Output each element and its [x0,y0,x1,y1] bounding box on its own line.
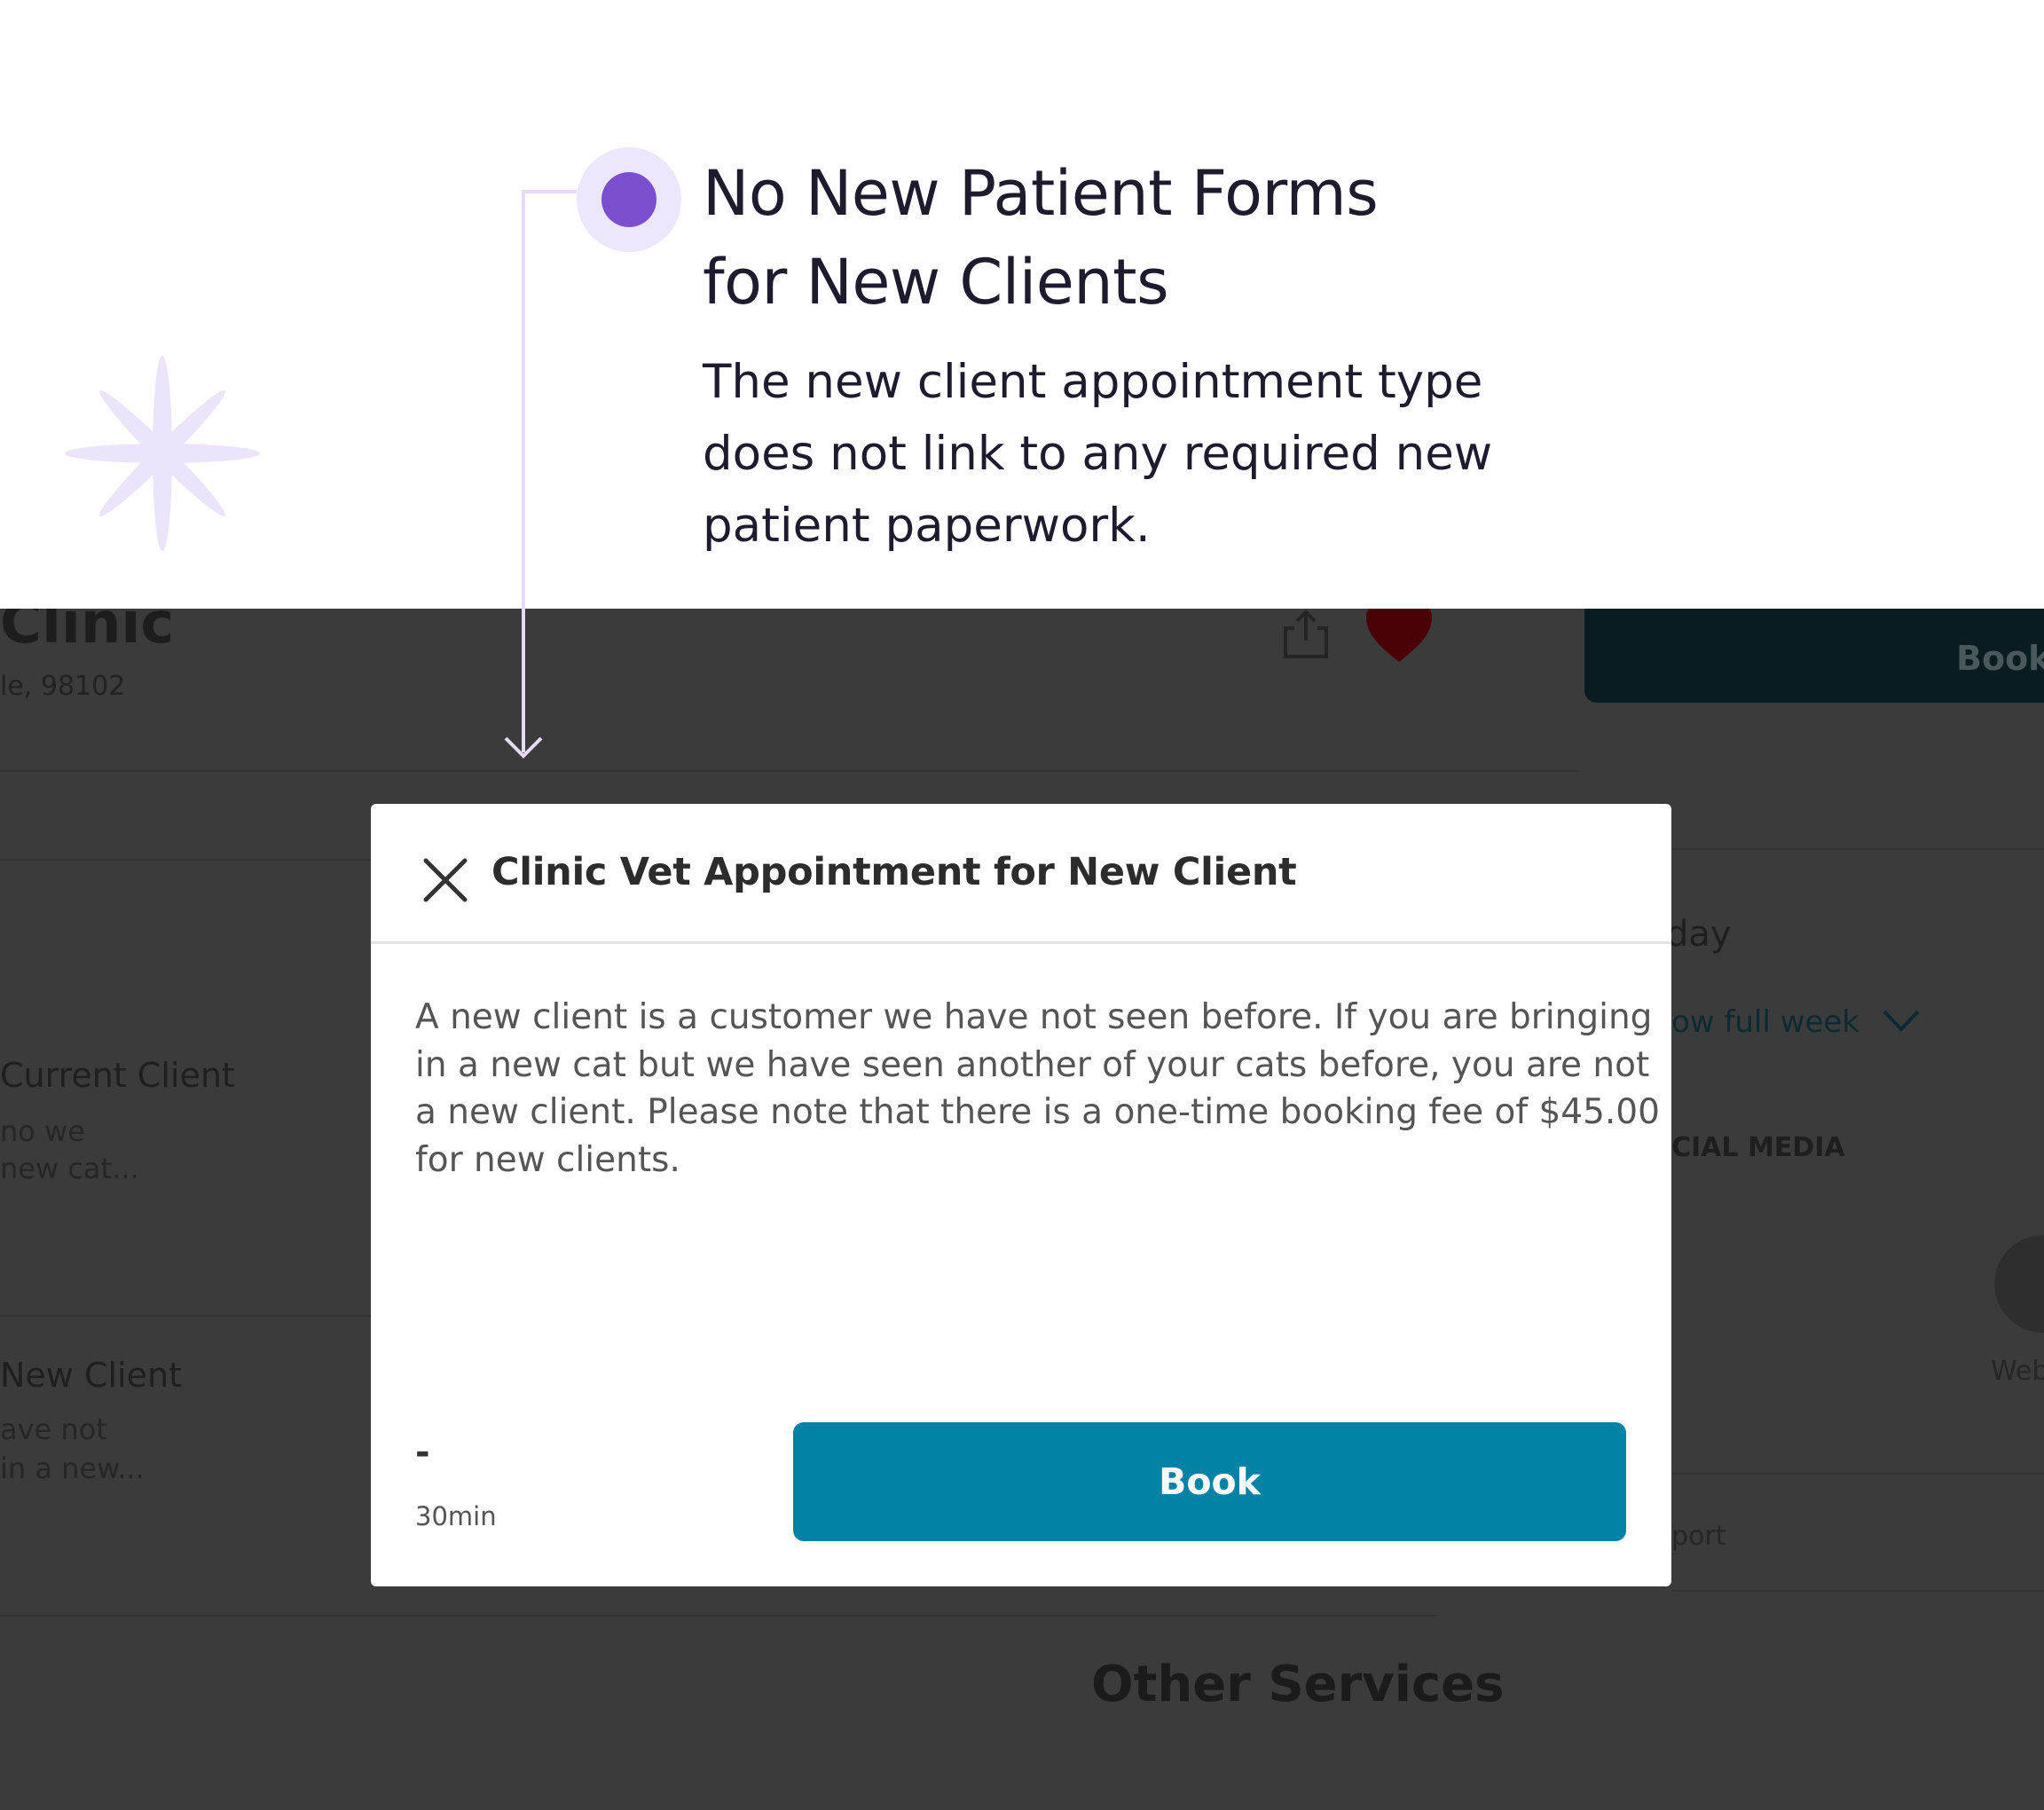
service-desc-line: new cat... [0,1152,139,1185]
clinic-name: Clinic [0,609,175,657]
annotation-title-line: No New Patient Forms [703,157,1379,230]
annotation-body-line: patient paperwork. [703,499,1151,553]
favorite-heart-icon[interactable] [1364,609,1434,664]
annotation-title-line: for New Clients [703,246,1169,319]
other-services-heading: Other Services [1091,1656,1505,1713]
divider [0,1315,373,1317]
sparkle-icon [62,353,263,557]
divider [1671,1590,2044,1592]
service-desc-line: no we [0,1114,85,1148]
show-full-week-link[interactable]: ow full week [1671,1004,1859,1040]
globe-icon[interactable] [1994,1235,2044,1333]
modal-title: Clinic Vet Appointment for New Client [491,850,1297,894]
book-button[interactable]: Book [793,1422,1626,1541]
social-media-heading: CIAL MEDIA [1671,1132,1845,1163]
annotation-body: The new client appointment type does not… [703,346,1634,562]
description-line: for new clients. [415,1139,680,1180]
duration-value: 30min [415,1501,497,1531]
service-desc-line: ave not [0,1413,107,1446]
divider [0,770,1579,772]
description-line: in a new cat but we have seen another of… [415,1044,1650,1085]
modal-header: Clinic Vet Appointment for New Client [371,804,1671,944]
divider [0,1615,1437,1617]
sticky-book-label: Book [1956,639,2044,678]
chevron-down-icon[interactable] [1881,1006,1922,1036]
price-value: - [415,1432,430,1473]
annotation-title: No New Patient Forms for New Clients [703,149,1678,327]
service-desc-line: in a new... [0,1452,145,1485]
annotation-body-line: does not link to any required new [703,427,1493,481]
annotation-body-line: The new client appointment type [703,355,1483,409]
close-icon[interactable] [421,855,470,905]
divider [0,859,373,861]
bullet-dot-icon [601,172,656,227]
description-line: a new client. Please note that there is … [415,1092,1660,1132]
clinic-address: le, 98102 [0,671,126,702]
website-label: Web [1991,1356,2044,1387]
share-icon[interactable] [1282,609,1330,660]
divider [1671,1473,2044,1475]
service-title-current[interactable]: Current Client [0,1056,235,1095]
annotation-panel: No New Patient Forms for New Clients The… [0,0,2044,609]
description-line: A new client is a customer we have not s… [415,997,1653,1037]
modal-description: A new client is a customer we have not s… [415,994,1660,1184]
hours-day: day [1666,914,1732,955]
report-link[interactable]: port [1671,1521,1726,1552]
appointment-modal: Clinic Vet Appointment for New Client A … [371,804,1671,1586]
service-title-new[interactable]: New Client [0,1356,182,1395]
